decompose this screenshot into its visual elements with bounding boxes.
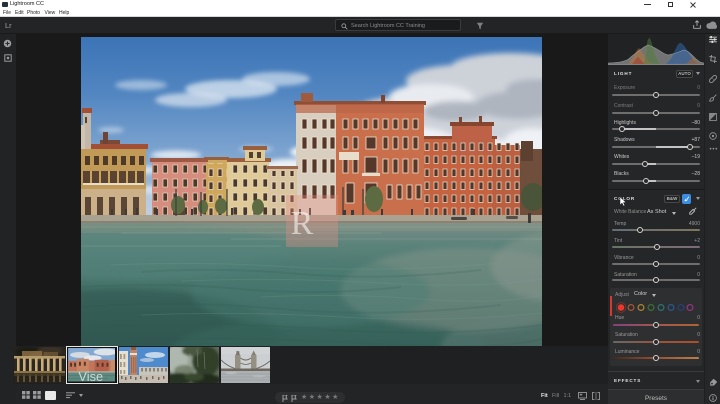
svg-text:R: R (291, 205, 314, 242)
svg-text:Vise: Vise (78, 369, 103, 381)
